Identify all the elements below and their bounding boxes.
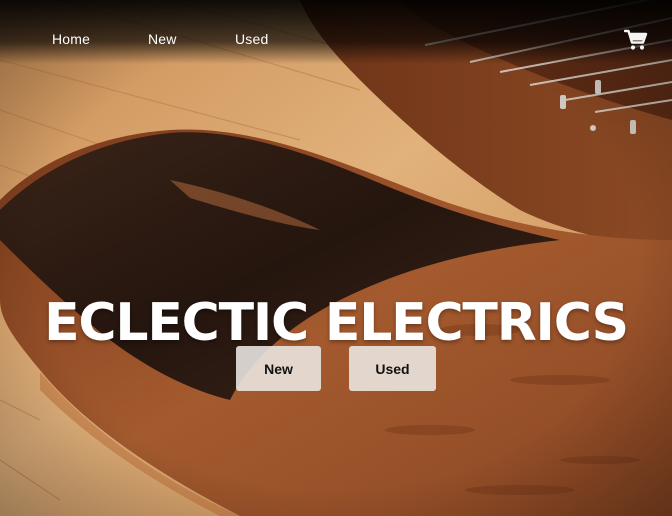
shop-new-button[interactable]: New [236,346,321,391]
nav-link-used[interactable]: Used [235,31,268,47]
shopping-cart-icon[interactable] [623,29,648,51]
nav-link-home[interactable]: Home [52,31,90,47]
landing-page: Home New Used ECLECTIC ELECTRICS New Use… [0,0,672,516]
shop-used-button[interactable]: Used [349,346,436,391]
top-navbar: Home New Used [0,0,672,80]
nav-link-new[interactable]: New [148,31,177,47]
hero-title: ECLECTIC ELECTRICS [44,292,629,353]
